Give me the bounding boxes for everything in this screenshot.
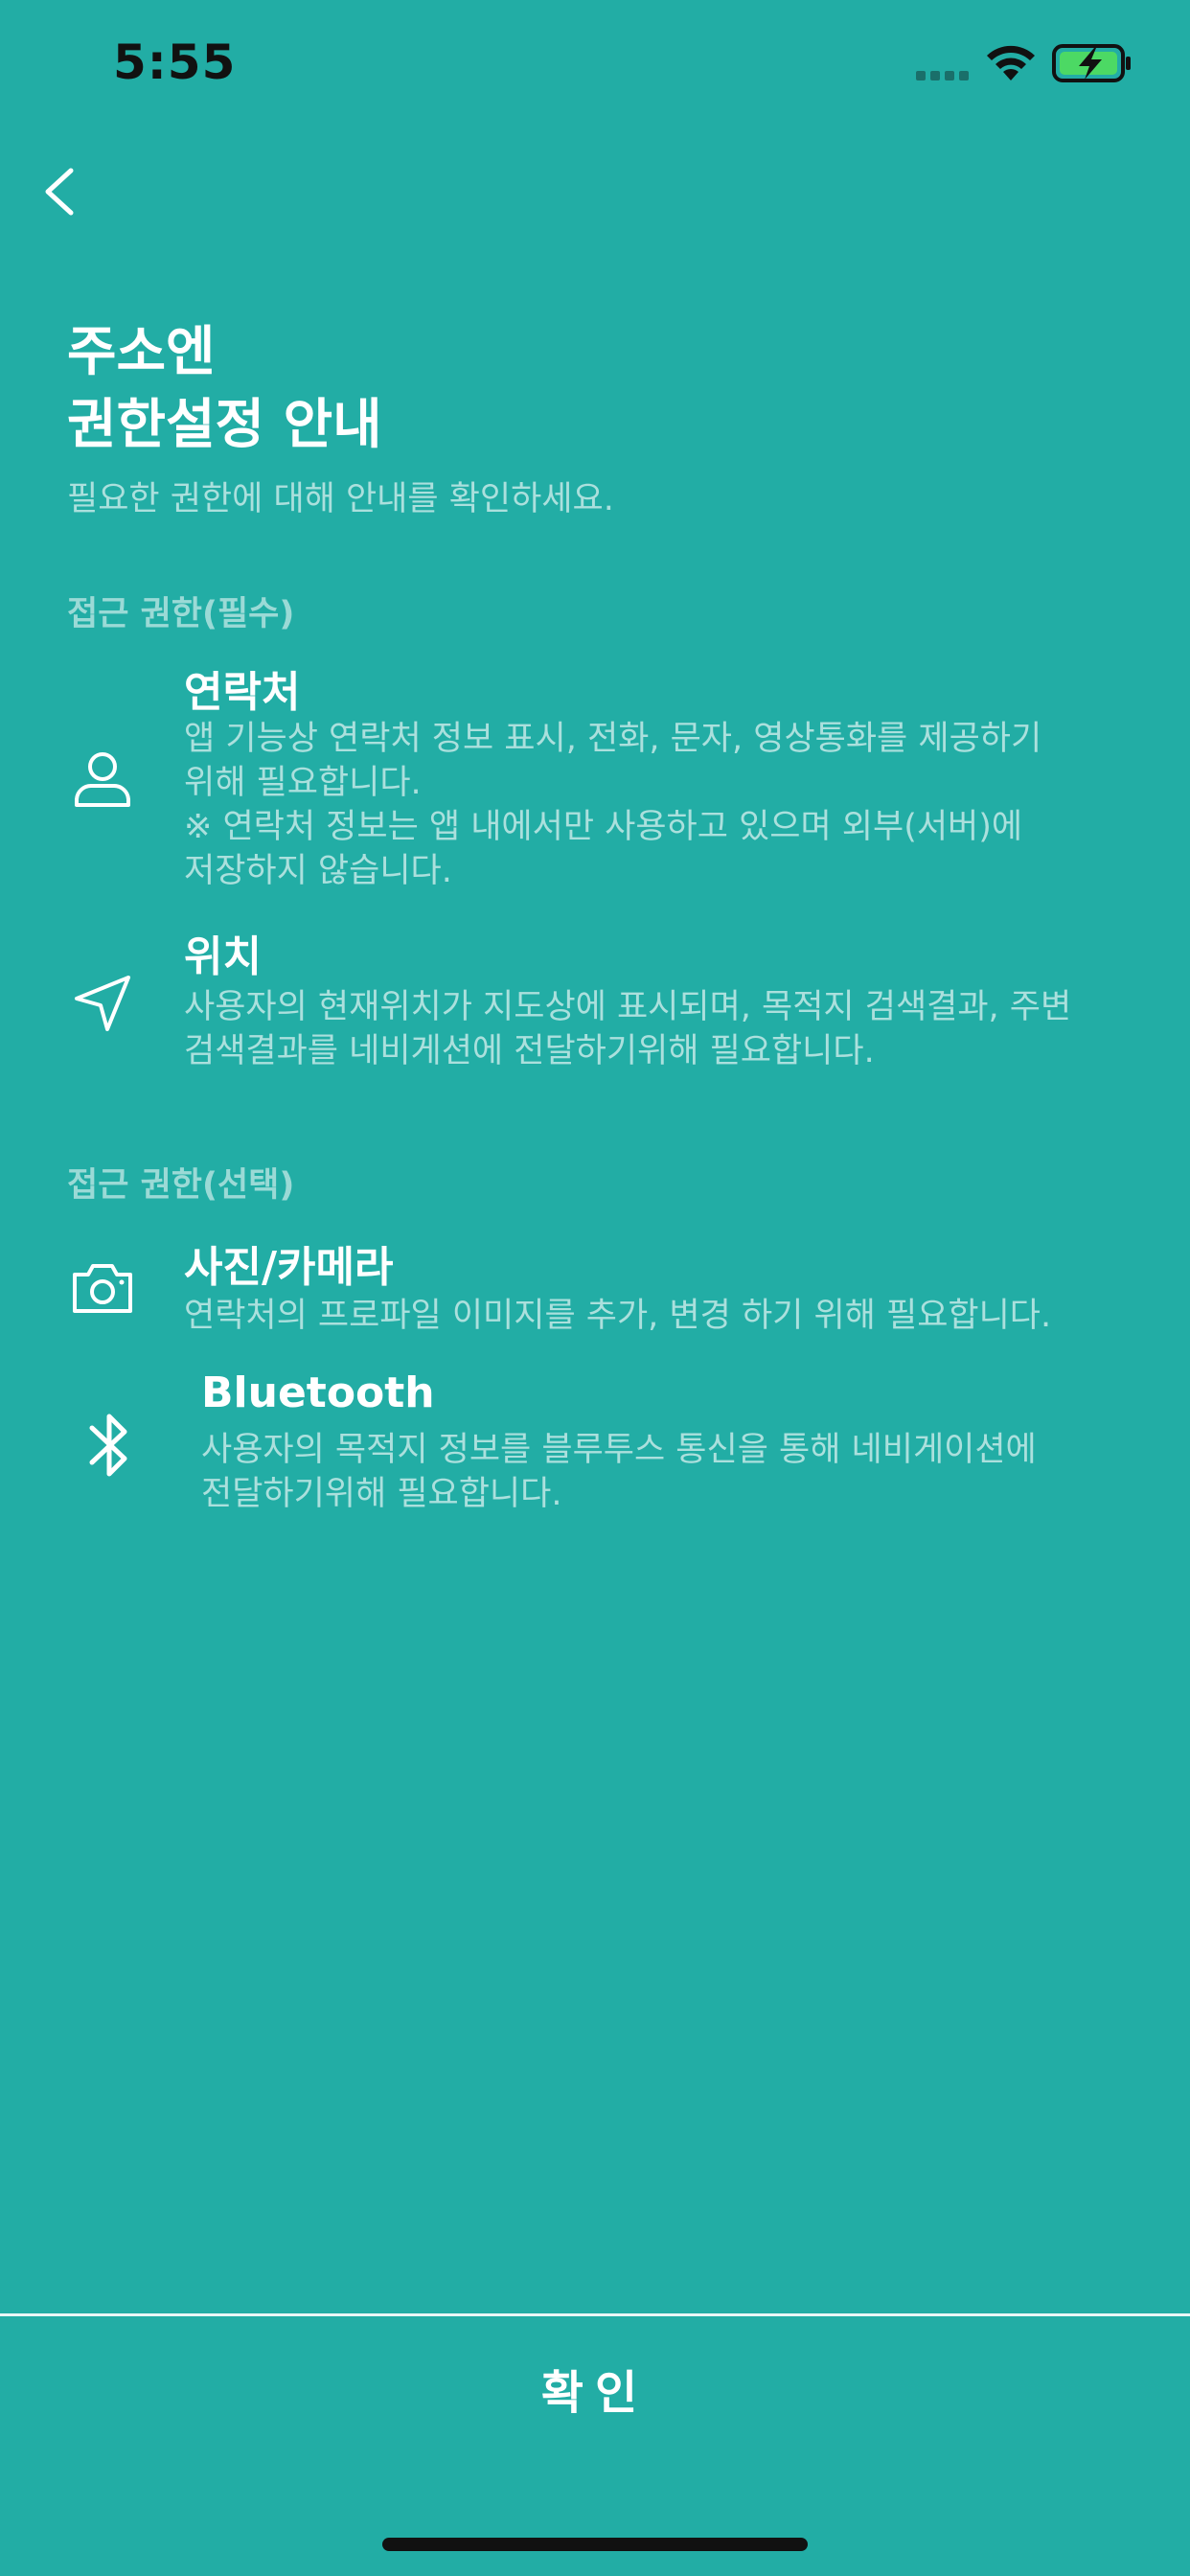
chevron-left-icon: [45, 168, 74, 216]
bluetooth-permission-title: Bluetooth: [201, 1368, 435, 1417]
camera-icon: [73, 1264, 132, 1313]
optional-section-header: 접근 권한(선택): [67, 1166, 295, 1205]
contacts-permission-title: 연락처: [184, 668, 301, 717]
page-title-line2: 권한설정 안내: [67, 394, 382, 456]
location-arrow-icon: [75, 976, 130, 1031]
desc-line: 전달하기위해 필요합니다.: [201, 1475, 562, 1513]
desc-line: 검색결과를 네비게션에 전달하기위해 필요합니다.: [184, 1032, 875, 1070]
back-button[interactable]: [34, 153, 111, 230]
desc-line: 사용자의 목적지 정보를 블루투스 통신을 통해 네비게이션에: [201, 1431, 1037, 1469]
permission-guide-screen: 5:55 주소엔 권한설정 안내 필요한 권한에 대해 안내를 확인하세요. 접…: [0, 0, 1190, 2576]
person-icon: [75, 752, 130, 807]
status-time: 5:55: [113, 34, 237, 90]
desc-line: 사용자의 현재위치가 지도상에 표시되며, 목적지 검색결과, 주변: [184, 988, 1072, 1026]
location-permission-title: 위치: [184, 932, 262, 981]
desc-line: 위해 필요합니다.: [184, 764, 422, 802]
required-section-header: 접근 권한(필수): [67, 595, 295, 633]
desc-line: 연락처의 프로파일 이미지를 추가, 변경 하기 위해 필요합니다.: [184, 1297, 1052, 1335]
battery-charging-icon: [1052, 44, 1131, 82]
confirm-button[interactable]: 확인: [0, 2316, 1190, 2470]
desc-line: ※ 연락처 정보는 앱 내에서만 사용하고 있으며 외부(서버)에: [184, 808, 1023, 846]
page-title: 주소엔 권한설정 안내: [67, 316, 382, 462]
home-indicator: [382, 2538, 808, 2551]
page-title-line1: 주소엔: [67, 321, 216, 383]
desc-line: 앱 기능상 연락처 정보 표시, 전화, 문자, 영상통화를 제공하기: [184, 720, 1042, 758]
page-subtitle: 필요한 권한에 대해 안내를 확인하세요.: [67, 480, 614, 518]
cellular-signal-icon: [916, 71, 970, 80]
camera-permission-desc: 연락처의 프로파일 이미지를 추가, 변경 하기 위해 필요합니다.: [184, 1294, 1190, 1338]
bluetooth-icon: [89, 1414, 127, 1477]
bluetooth-permission-desc: 사용자의 목적지 정보를 블루투스 통신을 통해 네비게이션에 전달하기위해 필…: [201, 1428, 1190, 1516]
contacts-permission-desc: 앱 기능상 연락처 정보 표시, 전화, 문자, 영상통화를 제공하기 위해 필…: [184, 717, 1190, 893]
desc-line: 저장하지 않습니다.: [184, 852, 452, 890]
wifi-icon: [987, 45, 1035, 80]
location-permission-desc: 사용자의 현재위치가 지도상에 표시되며, 목적지 검색결과, 주변 검색결과를…: [184, 985, 1190, 1073]
camera-permission-title: 사진/카메라: [184, 1243, 394, 1292]
